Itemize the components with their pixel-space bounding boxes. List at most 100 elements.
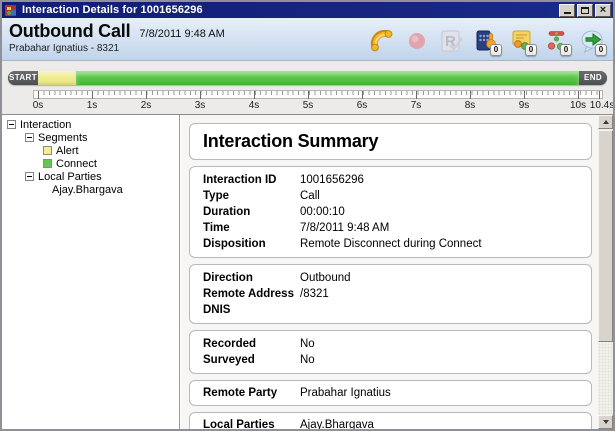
field-row-dnis: DNIS xyxy=(203,302,578,318)
field-label: Remote Address xyxy=(203,286,300,302)
collapse-icon[interactable] xyxy=(25,133,34,142)
tick-label: 8s xyxy=(465,100,476,111)
scroll-up-button[interactable] xyxy=(598,115,613,129)
tick-label: 4s xyxy=(249,100,260,111)
scrollbar-thumb[interactable] xyxy=(598,130,613,342)
field-label: Recorded xyxy=(203,336,300,352)
field-value: Remote Disconnect during Connect xyxy=(300,236,578,252)
collapse-icon[interactable] xyxy=(7,120,16,129)
alert-color-swatch xyxy=(43,146,52,155)
replay-icon: R xyxy=(440,29,464,53)
conference-badge: 0 xyxy=(560,44,572,56)
vertical-scrollbar[interactable] xyxy=(598,115,613,429)
field-value: 1001656296 xyxy=(300,172,578,188)
field-label: Surveyed xyxy=(203,352,300,368)
record-icon xyxy=(407,31,427,51)
segment-connect[interactable] xyxy=(76,71,579,85)
field-label: DNIS xyxy=(203,302,300,318)
scroll-down-button[interactable] xyxy=(598,415,613,429)
tick-label: 9s xyxy=(519,100,530,111)
tree-label: Ajay.Bhargava xyxy=(52,184,123,196)
call-header: Outbound Call 7/8/2011 9:48 AM Prabahar … xyxy=(2,18,613,61)
field-row-surveyed: Surveyed No xyxy=(203,352,578,368)
field-value: Outbound xyxy=(300,270,578,286)
timeline-start-label: START xyxy=(8,71,38,85)
forward-button[interactable]: 0 xyxy=(578,25,605,57)
tree-label: Local Parties xyxy=(38,171,102,183)
triangle-up-icon xyxy=(603,120,609,124)
segment-alert[interactable] xyxy=(38,71,76,85)
field-value: 7/8/2011 9:48 AM xyxy=(300,220,578,236)
summary-section-remote-party: Remote Party Prabahar Ignatius xyxy=(189,380,592,406)
field-row-remote-address: Remote Address /8321 xyxy=(203,286,578,302)
tree-item-connect[interactable]: Connect xyxy=(2,157,179,170)
call-toolbar: R 0 xyxy=(368,20,605,60)
field-value: Prabahar Ignatius xyxy=(300,385,578,401)
tree-label: Segments xyxy=(38,132,88,144)
field-row-duration: Duration 00:00:10 xyxy=(203,204,578,220)
field-label: Remote Party xyxy=(203,385,300,401)
interaction-tree: Interaction Segments Alert Connect Local… xyxy=(2,115,180,429)
field-row-interaction-id: Interaction ID 1001656296 xyxy=(203,172,578,188)
tree-item-segments[interactable]: Segments xyxy=(2,131,179,144)
phone-icon xyxy=(369,28,395,54)
tree-item-interaction[interactable]: Interaction xyxy=(2,118,179,131)
tree-item-local-parties[interactable]: Local Parties xyxy=(2,170,179,183)
tick-label: 2s xyxy=(141,100,152,111)
tick-label: 0s xyxy=(33,100,44,111)
interaction-details-window: Interaction Details for 1001656296 × Out… xyxy=(0,0,615,431)
window-title: Interaction Details for 1001656296 xyxy=(22,4,555,16)
field-row-remote-party: Remote Party Prabahar Ignatius xyxy=(203,385,578,401)
field-label: Disposition xyxy=(203,236,300,252)
summary-panel: Interaction Summary Interaction ID 10016… xyxy=(181,115,598,429)
field-label: Direction xyxy=(203,270,300,286)
titlebar[interactable]: Interaction Details for 1001656296 × xyxy=(2,2,613,18)
field-value: /8321 xyxy=(300,286,578,302)
directory-badge: 0 xyxy=(525,44,537,56)
tick-label: 6s xyxy=(357,100,368,111)
app-icon xyxy=(5,4,18,17)
summary-section-direction: Direction Outbound Remote Address /8321 … xyxy=(189,264,592,324)
directory-button[interactable]: 0 xyxy=(508,25,535,57)
summary-section-recording: Recorded No Surveyed No xyxy=(189,330,592,374)
tree-item-alert[interactable]: Alert xyxy=(2,144,179,157)
tick-label: 10s xyxy=(570,100,586,111)
field-value: Call xyxy=(300,188,578,204)
connect-color-swatch xyxy=(43,159,52,168)
field-label: Type xyxy=(203,188,300,204)
field-value xyxy=(300,302,578,318)
collapse-icon[interactable] xyxy=(25,172,34,181)
replay-button[interactable]: R xyxy=(438,25,465,57)
timeline-ruler xyxy=(33,90,603,99)
field-value: No xyxy=(300,352,578,368)
field-label: Local Parties xyxy=(203,417,300,429)
close-button[interactable]: × xyxy=(595,4,611,17)
timeline-tick-labels: 0s 1s 2s 3s 4s 5s 6s 7s 8s 9s 10s 10.4s xyxy=(33,100,611,112)
dialpad-button[interactable]: 0 xyxy=(473,25,500,57)
tick-label: 1s xyxy=(87,100,98,111)
maximize-button[interactable] xyxy=(577,4,593,17)
tick-label: 7s xyxy=(411,100,422,111)
timeline-bar[interactable]: START END xyxy=(8,71,607,85)
timeline-end-label: END xyxy=(579,71,607,85)
tick-label: 5s xyxy=(303,100,314,111)
field-row-disposition: Disposition Remote Disconnect during Con… xyxy=(203,236,578,252)
tree-label: Connect xyxy=(56,158,97,170)
field-value: No xyxy=(300,336,578,352)
minimize-button[interactable] xyxy=(559,4,575,17)
field-row-direction: Direction Outbound xyxy=(203,270,578,286)
record-button[interactable] xyxy=(403,25,430,57)
tick-label: 3s xyxy=(195,100,206,111)
tree-label: Interaction xyxy=(20,119,71,131)
call-button[interactable] xyxy=(368,25,395,57)
timeline-section: START END 0s 1s 2s 3s 4s 5s 6s 7s 8s 9s … xyxy=(2,61,613,114)
field-row-time: Time 7/8/2011 9:48 AM xyxy=(203,220,578,236)
summary-section-local-parties: Local Parties Ajay.Bhargava xyxy=(189,412,592,429)
forward-badge: 0 xyxy=(595,44,607,56)
tree-item-party[interactable]: Ajay.Bhargava xyxy=(2,183,179,196)
conference-button[interactable]: 0 xyxy=(543,25,570,57)
call-datetime: 7/8/2011 9:48 AM xyxy=(139,28,224,40)
field-row-type: Type Call xyxy=(203,188,578,204)
dialpad-badge: 0 xyxy=(490,44,502,56)
content-area: Interaction Segments Alert Connect Local… xyxy=(2,114,613,429)
